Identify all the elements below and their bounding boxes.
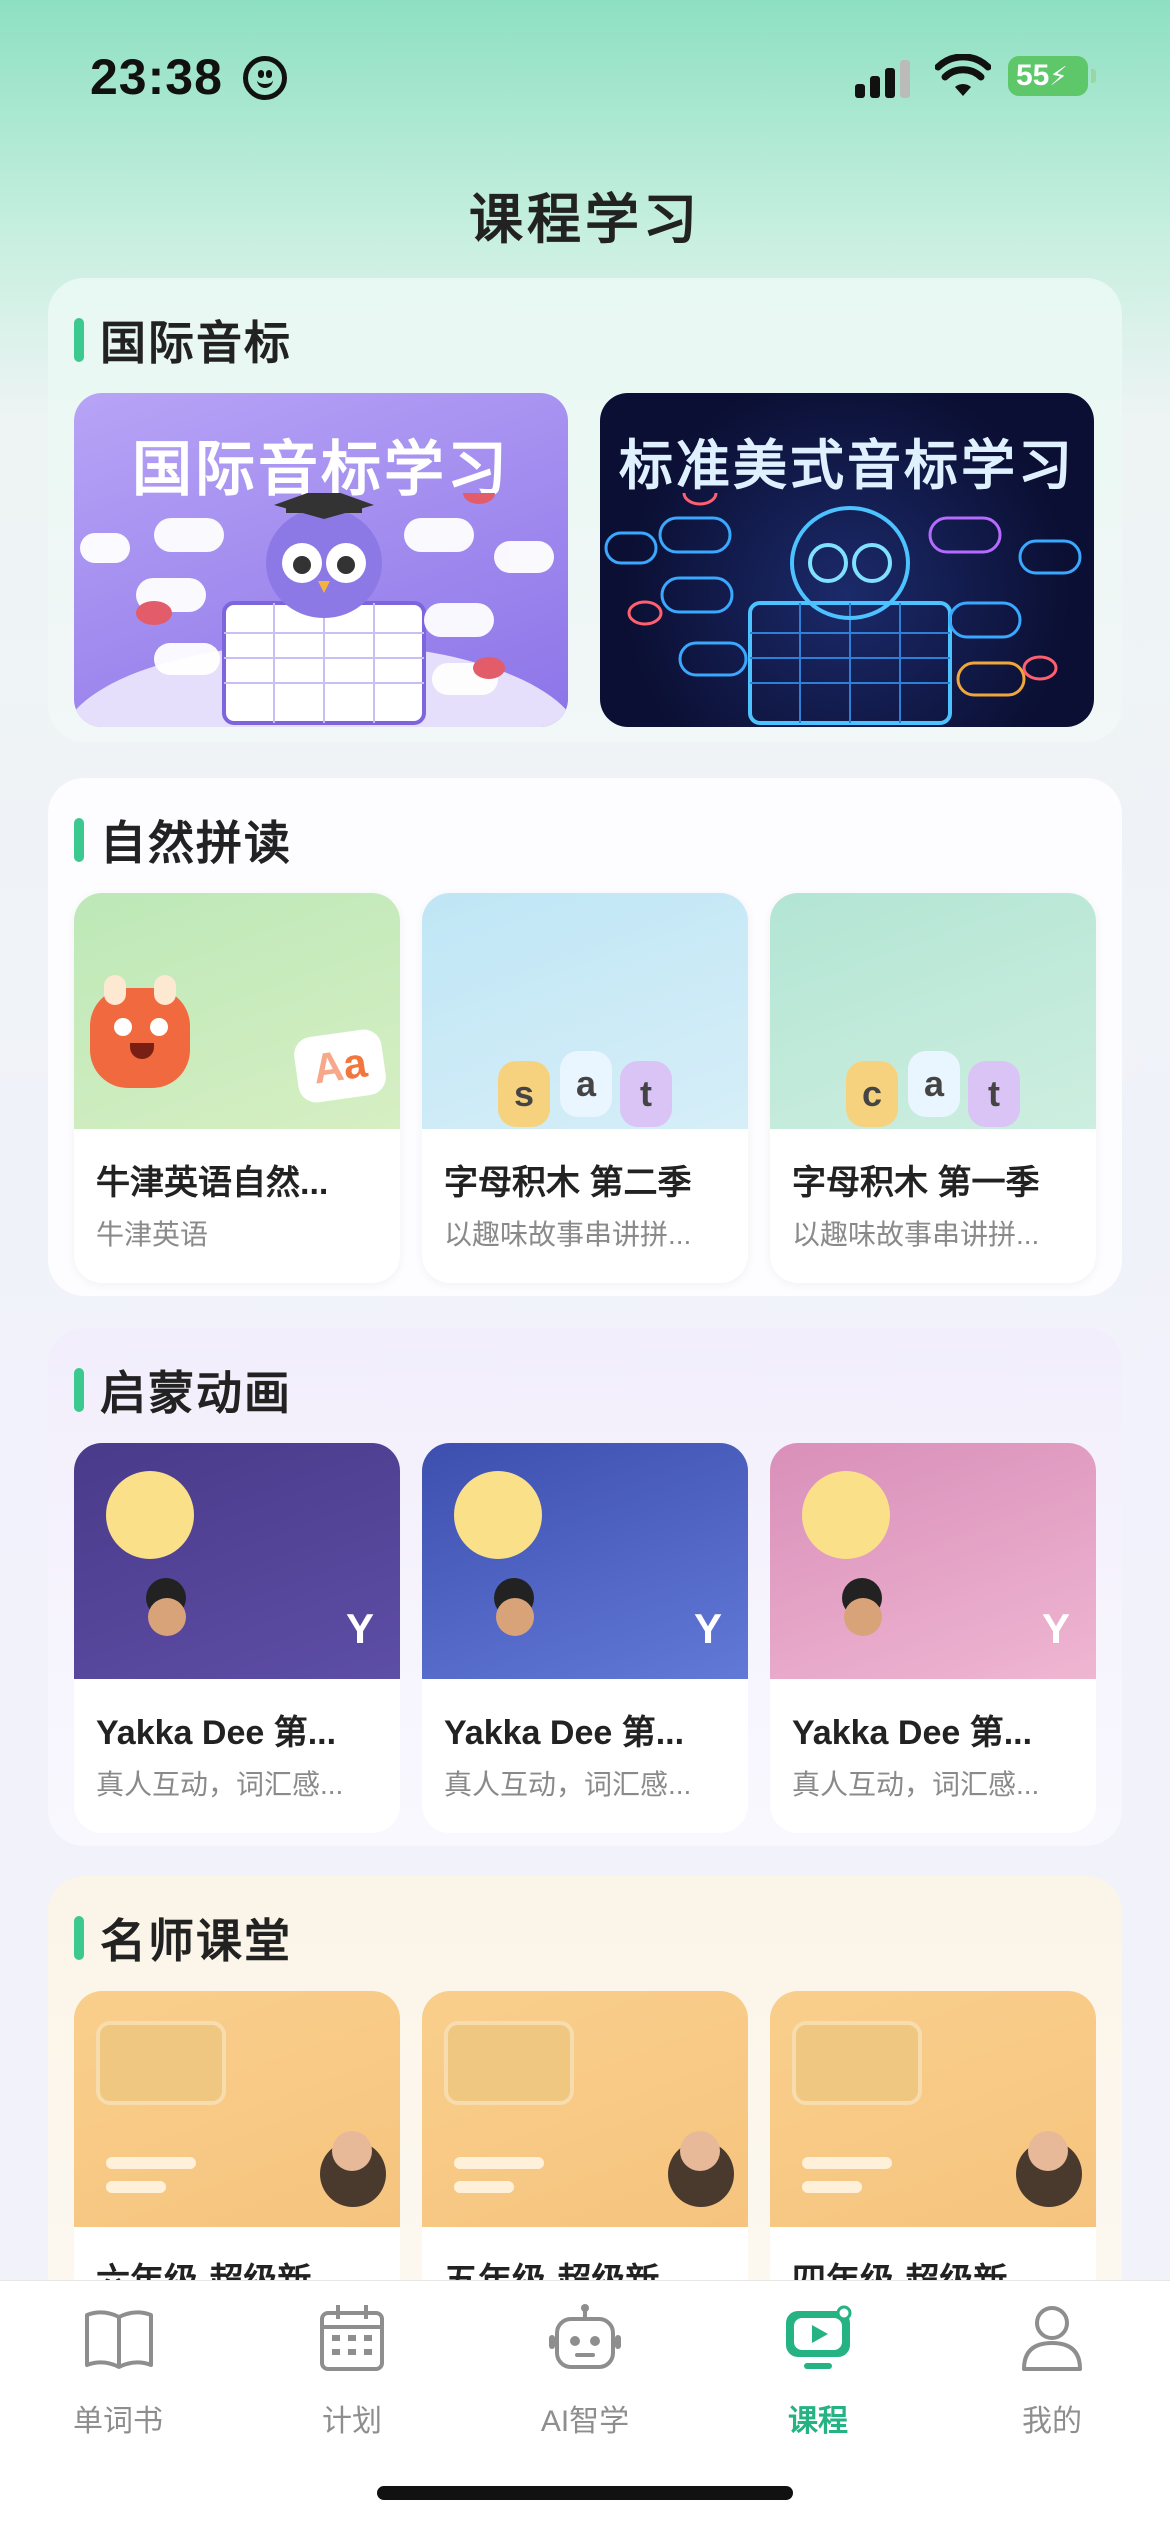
person-icon	[1022, 2306, 1082, 2371]
section-header: 启蒙动画	[74, 1360, 292, 1420]
course-thumbnail: Y	[422, 1443, 748, 1679]
status-time: 23:38	[90, 49, 223, 105]
tab-profile[interactable]: 我的	[982, 2301, 1122, 2441]
moon-graphic	[106, 1471, 194, 1559]
section-accent-bar	[74, 818, 84, 862]
course-play-icon	[786, 2305, 852, 2369]
course-thumbnail	[74, 1991, 400, 2227]
tab-label: 课程	[788, 2405, 848, 2438]
letter-block: s	[498, 1061, 550, 1127]
tab-label: 计划	[322, 2405, 382, 2438]
banner-american-phonetics[interactable]: 标准美式音标学习	[600, 393, 1094, 727]
course-card[interactable]: Y Yakka Dee 第... 真人互动，词汇感...	[74, 1443, 400, 1833]
card-subtitle: 牛津英语	[96, 1219, 209, 1250]
card-title: 字母积木 第二季	[444, 1164, 692, 1202]
course-thumbnail	[770, 1991, 1096, 2227]
course-card[interactable]: Y Yakka Dee 第... 真人互动，词汇感...	[770, 1443, 1096, 1833]
book-icon	[85, 2310, 153, 2369]
section-accent-bar	[74, 1368, 84, 1412]
section-title: 名师课堂	[100, 1915, 292, 1967]
robot-icon	[549, 2304, 621, 2369]
card-subtitle: 以趣味故事串讲拼...	[444, 1219, 692, 1250]
letter-block: a	[560, 1051, 612, 1117]
section-header: 国际音标	[74, 310, 292, 370]
status-bar: 23:38 55⚡	[0, 0, 1170, 150]
card-title: Yakka Dee 第...	[444, 1714, 685, 1752]
tab-label: 单词书	[73, 2405, 163, 2438]
owl-phonetic-chart-illustration	[74, 493, 568, 727]
section-title: 自然拼读	[100, 817, 292, 869]
letter-block: t	[968, 1061, 1020, 1127]
section-accent-bar	[74, 318, 84, 362]
course-card[interactable]: Aa 牛津英语自然... 牛津英语	[74, 893, 400, 1283]
section-title: 国际音标	[100, 317, 292, 369]
tab-plan[interactable]: 计划	[282, 2301, 422, 2441]
card-title: Yakka Dee 第...	[792, 1714, 1033, 1752]
course-card[interactable]: c a t 字母积木 第一季 以趣味故事串讲拼...	[770, 893, 1096, 1283]
card-title: 字母积木 第一季	[792, 1164, 1040, 1202]
course-thumbnail: Y	[74, 1443, 400, 1679]
moon-graphic	[454, 1471, 542, 1559]
tab-label: 我的	[1022, 2405, 1082, 2438]
battery-level: 55	[1016, 59, 1050, 92]
y-letter-mark: Y	[346, 1605, 375, 1652]
section-phonetics: 国际音标 国际音标学习 标准美式音标学习	[48, 278, 1122, 742]
y-letter-mark: Y	[694, 1605, 723, 1652]
page-title: 课程学习	[469, 190, 701, 250]
letters-Aa-badge: Aa	[291, 1027, 389, 1105]
course-thumbnail	[422, 1991, 748, 2227]
board-graphic	[792, 2021, 922, 2105]
course-card[interactable]: Y Yakka Dee 第... 真人互动，词汇感...	[422, 1443, 748, 1833]
smiley-icon	[243, 56, 287, 100]
card-subtitle: 真人互动，词汇感...	[444, 1769, 692, 1800]
letter-block: t	[620, 1061, 672, 1127]
letter-block: c	[846, 1061, 898, 1127]
tab-wordbook[interactable]: 单词书	[48, 2301, 188, 2441]
section-header: 名师课堂	[74, 1908, 292, 1968]
course-thumbnail: Y	[770, 1443, 1096, 1679]
section-animation: 启蒙动画 Y Yakka Dee 第... 真人互动，词汇感... Y Yakk…	[48, 1328, 1122, 1846]
course-thumbnail: Aa	[74, 893, 400, 1129]
course-card[interactable]: s a t 字母积木 第二季 以趣味故事串讲拼...	[422, 893, 748, 1283]
banner-international-phonetics[interactable]: 国际音标学习	[74, 393, 568, 727]
board-graphic	[96, 2021, 226, 2105]
monster-mascot-icon	[90, 988, 190, 1088]
card-title: Yakka Dee 第...	[96, 1714, 337, 1752]
section-phonics: 自然拼读 Aa 牛津英语自然... 牛津英语 s a t 字母积木 第二季 以趣…	[48, 778, 1122, 1296]
letter-block: a	[908, 1051, 960, 1117]
course-thumbnail: c a t	[770, 893, 1096, 1129]
card-title: 牛津英语自然...	[96, 1164, 329, 1202]
tab-label: AI智学	[540, 2405, 630, 2438]
section-header: 自然拼读	[74, 810, 292, 870]
banner-label: 标准美式音标学习	[619, 436, 1075, 496]
section-title: 启蒙动画	[100, 1367, 292, 1419]
wifi-icon	[935, 54, 991, 96]
cellular-signal-icon	[855, 58, 915, 98]
tab-ai-learning[interactable]: AI智学	[515, 2301, 655, 2441]
tab-course[interactable]: 课程	[748, 2301, 888, 2441]
card-subtitle: 真人互动，词汇感...	[792, 1769, 1040, 1800]
neon-owl-illustration	[604, 493, 1082, 725]
card-subtitle: 以趣味故事串讲拼...	[792, 1219, 1040, 1250]
home-indicator[interactable]	[377, 2486, 793, 2500]
y-letter-mark: Y	[1042, 1605, 1071, 1652]
calendar-icon	[320, 2305, 384, 2371]
board-graphic	[444, 2021, 574, 2105]
section-accent-bar	[74, 1916, 84, 1960]
course-thumbnail: s a t	[422, 893, 748, 1129]
card-subtitle: 真人互动，词汇感...	[96, 1769, 344, 1800]
battery-indicator: 55⚡	[1008, 56, 1096, 96]
moon-graphic	[802, 1471, 890, 1559]
